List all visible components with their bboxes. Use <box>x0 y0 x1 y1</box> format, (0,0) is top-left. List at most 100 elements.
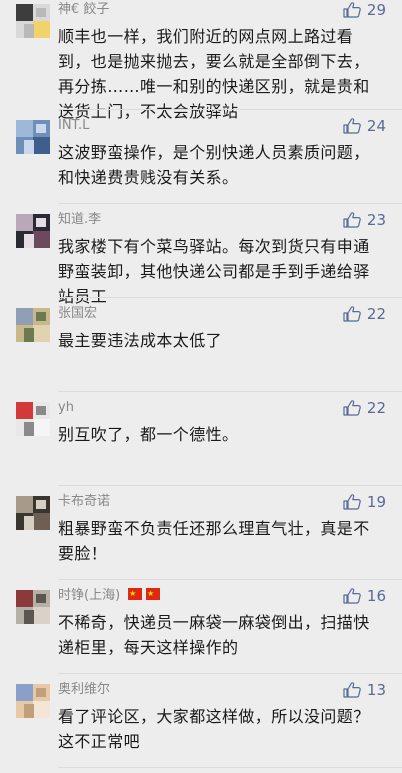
avatar-block <box>36 218 46 227</box>
commenter-name[interactable]: 时铮(上海) <box>58 586 161 605</box>
china-flag-icon <box>128 586 143 602</box>
comment-text: 这波野蛮操作，是个别快递人员素质问题，和快递费贵贱没有关系。 <box>58 143 370 187</box>
comment-item-2: INT.L 24 这波野蛮操作，是个别快递人员素质问题，和快递费贵贱没有关系。 <box>0 110 402 204</box>
flag-badges <box>124 586 161 605</box>
like-count: 22 <box>366 305 386 323</box>
divider <box>58 767 402 768</box>
commenter-name-label: 神€ 餃子 <box>58 2 110 17</box>
avatar[interactable] <box>16 4 50 38</box>
avatar-block <box>24 328 34 342</box>
avatar-block <box>36 8 46 17</box>
like-button[interactable]: 24 <box>343 118 386 134</box>
avatar-block <box>24 24 34 38</box>
avatar-block <box>36 500 46 509</box>
commenter-name[interactable]: 神€ 餃子 <box>58 2 109 18</box>
avatar-block <box>24 140 34 154</box>
comment-item-7: 时铮(上海) 16 不稀奇，快递员一麻袋一麻袋倒出，扫描快递柜里，每天这样操作的 <box>0 580 402 674</box>
avatar-block <box>33 137 50 154</box>
comment-item-4: 张国宏 22 最主要违法成本太低了 <box>0 298 402 392</box>
commenter-name[interactable]: INT.L <box>58 118 89 134</box>
avatar[interactable] <box>16 496 50 530</box>
like-button[interactable]: 13 <box>343 682 386 698</box>
like-button[interactable]: 22 <box>343 306 386 322</box>
avatar[interactable] <box>16 308 50 342</box>
avatar[interactable] <box>16 214 50 248</box>
avatar-block <box>36 312 46 321</box>
avatar[interactable] <box>16 120 50 154</box>
commenter-name-label: 时铮(上海) <box>58 588 121 603</box>
avatar-block <box>33 607 50 624</box>
avatar-block <box>33 701 50 718</box>
like-button[interactable]: 23 <box>343 212 386 228</box>
like-count: 19 <box>366 493 386 511</box>
thumbs-up-icon <box>343 494 361 510</box>
like-count: 29 <box>366 1 386 19</box>
thumbs-up-icon <box>343 118 361 134</box>
commenter-name-label: 知道.李 <box>58 212 102 227</box>
avatar-block <box>16 214 33 231</box>
thumbs-up-icon <box>343 306 361 322</box>
like-button[interactable]: 29 <box>343 2 386 18</box>
like-button[interactable]: 16 <box>343 588 386 604</box>
avatar-block <box>33 419 50 436</box>
avatar-block <box>36 688 46 697</box>
commenter-name-label: INT.L <box>58 118 90 133</box>
avatar-block <box>36 594 46 603</box>
comment-text: 最主要违法成本太低了 <box>58 331 223 350</box>
comment-item-5: yh 22 别互吹了，都一个德性。 <box>0 392 402 486</box>
commenter-name[interactable]: 知道.李 <box>58 212 101 228</box>
comment-item-6: 卡布奇诺 19 粗暴野蛮不负责任还那么理直气壮，真是不要脸！ <box>0 486 402 580</box>
avatar-block <box>24 516 34 530</box>
avatar[interactable] <box>16 402 50 436</box>
thumbs-up-icon <box>343 400 361 416</box>
avatar-block <box>16 496 33 513</box>
avatar-block <box>16 4 33 21</box>
comment-list: 神€ 餃子 29 顺丰也一样，我们附近的网点网上路过看到，也是抛来抛去，要么就是… <box>0 0 402 768</box>
avatar-block <box>16 590 33 607</box>
avatar[interactable] <box>16 590 50 624</box>
like-count: 16 <box>366 587 386 605</box>
commenter-name[interactable]: 卡布奇诺 <box>58 494 110 510</box>
like-button[interactable]: 19 <box>343 494 386 510</box>
avatar-block <box>24 234 34 248</box>
avatar-block <box>16 120 33 137</box>
like-count: 23 <box>366 211 386 229</box>
like-button[interactable]: 22 <box>343 400 386 416</box>
comment-item-3: 知道.李 23 我家楼下有个菜鸟驿站。每次到货只有申通野蛮装卸，其他快递公司都是… <box>0 204 402 306</box>
avatar-block <box>33 21 50 38</box>
thumbs-up-icon <box>343 212 361 228</box>
commenter-name-label: 张国宏 <box>58 306 98 321</box>
avatar[interactable] <box>16 684 50 718</box>
avatar-block <box>33 513 50 530</box>
thumbs-up-icon <box>343 2 361 18</box>
avatar-block <box>33 325 50 342</box>
commenter-name[interactable]: yh <box>58 400 74 416</box>
comment-screen: 神€ 餃子 29 顺丰也一样，我们附近的网点网上路过看到，也是抛来抛去，要么就是… <box>0 0 402 773</box>
comment-text: 不稀奇，快递员一麻袋一麻袋倒出，扫描快递柜里，每天这样操作的 <box>58 613 370 657</box>
comment-text: 别互吹了，都一个德性。 <box>58 425 239 444</box>
comment-item-1: 神€ 餃子 29 顺丰也一样，我们附近的网点网上路过看到，也是抛来抛去，要么就是… <box>0 0 402 121</box>
thumbs-up-icon <box>343 588 361 604</box>
like-count: 22 <box>366 399 386 417</box>
avatar-block <box>24 422 34 436</box>
avatar-block <box>36 406 46 415</box>
avatar-block <box>24 610 34 624</box>
avatar-block <box>36 124 46 133</box>
commenter-name[interactable]: 奥利维尔 <box>58 682 110 698</box>
commenter-name[interactable]: 张国宏 <box>58 306 97 322</box>
like-count: 13 <box>366 681 386 699</box>
avatar-block <box>16 402 33 419</box>
comment-text: 看了评论区，大家都这样做，所以没问题？这不正常吧 <box>58 707 370 751</box>
thumbs-up-icon <box>343 682 361 698</box>
avatar-block <box>16 684 33 701</box>
comment-item-8: 奥利维尔 13 看了评论区，大家都这样做，所以没问题？这不正常吧 <box>0 674 402 768</box>
commenter-name-label: yh <box>58 400 74 415</box>
avatar-block <box>16 308 33 325</box>
commenter-name-label: 奥利维尔 <box>58 682 111 697</box>
avatar-block <box>33 231 50 248</box>
china-flag-icon <box>146 586 161 602</box>
like-count: 24 <box>366 117 386 135</box>
comment-text: 粗暴野蛮不负责任还那么理直气壮，真是不要脸！ <box>58 519 370 563</box>
avatar-block <box>24 704 34 718</box>
commenter-name-label: 卡布奇诺 <box>58 494 111 509</box>
